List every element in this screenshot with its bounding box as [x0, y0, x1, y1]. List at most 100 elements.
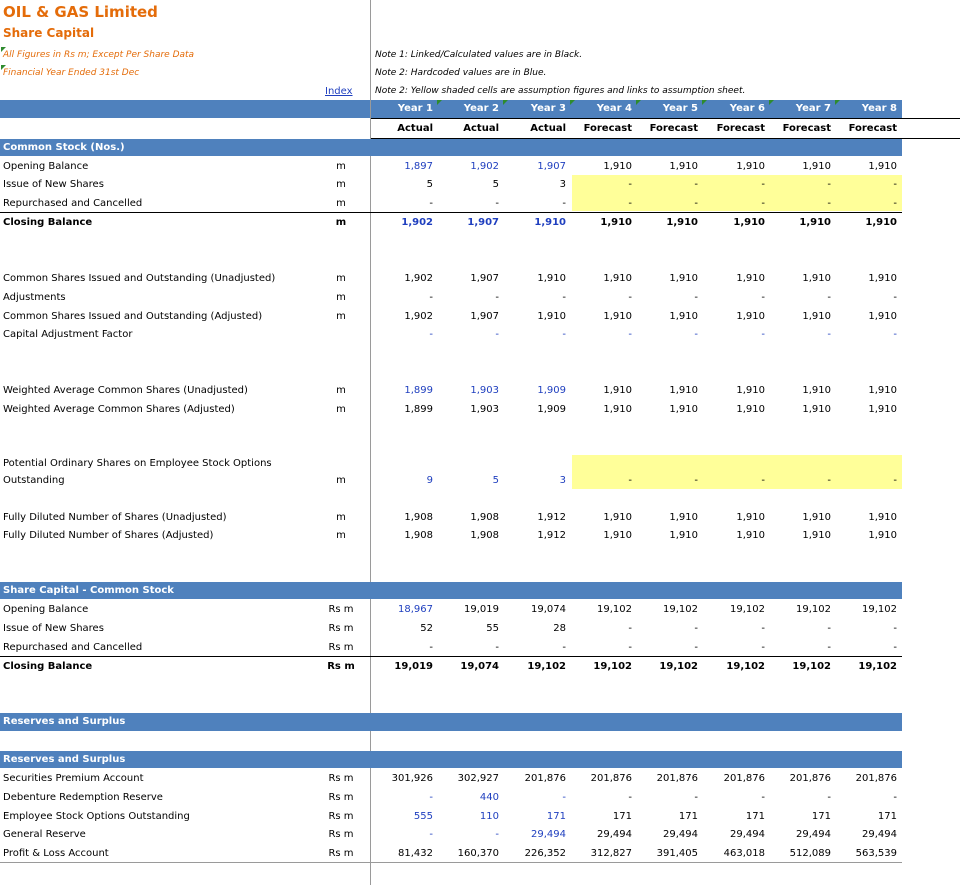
value-cell[interactable]: -: [371, 292, 433, 303]
value-cell[interactable]: 171: [504, 811, 566, 822]
value-cell[interactable]: -: [703, 623, 765, 634]
value-cell[interactable]: 1,910: [570, 311, 632, 322]
value-cell[interactable]: 1,902: [371, 273, 433, 284]
value-cell[interactable]: 1,910: [570, 161, 632, 172]
value-cell[interactable]: 19,102: [835, 604, 897, 615]
value-cell[interactable]: 1,910: [703, 404, 765, 415]
value-cell[interactable]: 1,910: [769, 512, 831, 523]
value-cell[interactable]: -: [636, 623, 698, 634]
value-cell[interactable]: 201,876: [835, 773, 897, 784]
value-cell[interactable]: 1,910: [769, 217, 831, 228]
value-cell[interactable]: -: [769, 198, 831, 209]
value-cell[interactable]: -: [437, 829, 499, 840]
value-cell[interactable]: 29,494: [769, 829, 831, 840]
value-cell[interactable]: -: [570, 198, 632, 209]
value-cell[interactable]: 1,910: [570, 385, 632, 396]
value-cell[interactable]: -: [570, 329, 632, 340]
value-cell[interactable]: 201,876: [769, 773, 831, 784]
value-cell[interactable]: -: [371, 792, 433, 803]
value-cell[interactable]: 19,074: [437, 661, 499, 672]
value-cell[interactable]: 1,910: [703, 530, 765, 541]
value-cell[interactable]: 1,910: [835, 311, 897, 322]
value-cell[interactable]: 302,927: [437, 773, 499, 784]
value-cell[interactable]: 563,539: [835, 848, 897, 859]
value-cell[interactable]: 1,910: [835, 385, 897, 396]
value-cell[interactable]: 1,908: [437, 530, 499, 541]
value-cell[interactable]: 1,910: [504, 217, 566, 228]
value-cell[interactable]: 1,910: [769, 404, 831, 415]
value-cell[interactable]: 1,912: [504, 512, 566, 523]
value-cell[interactable]: 29,494: [636, 829, 698, 840]
value-cell[interactable]: -: [769, 329, 831, 340]
value-cell[interactable]: -: [636, 475, 698, 486]
value-cell[interactable]: 1,902: [371, 311, 433, 322]
value-cell[interactable]: 1,908: [371, 530, 433, 541]
value-cell[interactable]: -: [835, 179, 897, 190]
value-cell[interactable]: -: [835, 623, 897, 634]
value-cell[interactable]: 55: [437, 623, 499, 634]
value-cell[interactable]: 1,907: [437, 217, 499, 228]
value-cell[interactable]: 3: [504, 475, 566, 486]
value-cell[interactable]: 1,897: [371, 161, 433, 172]
value-cell[interactable]: -: [703, 642, 765, 653]
value-cell[interactable]: 1,910: [769, 530, 831, 541]
value-cell[interactable]: 19,102: [504, 661, 566, 672]
value-cell[interactable]: 1,910: [835, 404, 897, 415]
value-cell[interactable]: -: [504, 642, 566, 653]
value-cell[interactable]: -: [636, 329, 698, 340]
value-cell[interactable]: -: [769, 623, 831, 634]
value-cell[interactable]: 19,102: [636, 604, 698, 615]
value-cell[interactable]: -: [703, 292, 765, 303]
value-cell[interactable]: 1,910: [703, 512, 765, 523]
value-cell[interactable]: -: [703, 475, 765, 486]
value-cell[interactable]: -: [570, 292, 632, 303]
value-cell[interactable]: 19,102: [570, 661, 632, 672]
value-cell[interactable]: 201,876: [570, 773, 632, 784]
value-cell[interactable]: 1,910: [636, 530, 698, 541]
value-cell[interactable]: 171: [769, 811, 831, 822]
value-cell[interactable]: 1,910: [636, 512, 698, 523]
value-cell[interactable]: 171: [835, 811, 897, 822]
value-cell[interactable]: 1,910: [703, 385, 765, 396]
value-cell[interactable]: 1,909: [504, 385, 566, 396]
value-cell[interactable]: 1,912: [504, 530, 566, 541]
value-cell[interactable]: -: [703, 179, 765, 190]
value-cell[interactable]: 110: [437, 811, 499, 822]
value-cell[interactable]: 1,910: [769, 161, 831, 172]
value-cell[interactable]: 1,910: [504, 273, 566, 284]
value-cell[interactable]: 1,910: [570, 512, 632, 523]
value-cell[interactable]: -: [636, 642, 698, 653]
index-link[interactable]: Index: [325, 86, 353, 97]
value-cell[interactable]: 1,910: [636, 385, 698, 396]
value-cell[interactable]: 19,102: [570, 604, 632, 615]
value-cell[interactable]: -: [504, 198, 566, 209]
value-cell[interactable]: -: [437, 292, 499, 303]
value-cell[interactable]: 1,910: [636, 404, 698, 415]
value-cell[interactable]: 1,910: [636, 311, 698, 322]
value-cell[interactable]: 1,909: [504, 404, 566, 415]
value-cell[interactable]: -: [835, 198, 897, 209]
value-cell[interactable]: 1,910: [504, 311, 566, 322]
value-cell[interactable]: 1,910: [835, 530, 897, 541]
value-cell[interactable]: 52: [371, 623, 433, 634]
value-cell[interactable]: -: [769, 179, 831, 190]
value-cell[interactable]: 1,910: [703, 311, 765, 322]
value-cell[interactable]: -: [703, 329, 765, 340]
value-cell[interactable]: -: [504, 792, 566, 803]
value-cell[interactable]: 1,910: [636, 217, 698, 228]
value-cell[interactable]: 201,876: [636, 773, 698, 784]
value-cell[interactable]: 3: [504, 179, 566, 190]
value-cell[interactable]: 19,102: [703, 661, 765, 672]
value-cell[interactable]: 1,910: [835, 273, 897, 284]
value-cell[interactable]: 226,352: [504, 848, 566, 859]
value-cell[interactable]: 171: [570, 811, 632, 822]
value-cell[interactable]: -: [636, 292, 698, 303]
value-cell[interactable]: 1,907: [504, 161, 566, 172]
value-cell[interactable]: 201,876: [703, 773, 765, 784]
value-cell[interactable]: 171: [703, 811, 765, 822]
value-cell[interactable]: 391,405: [636, 848, 698, 859]
value-cell[interactable]: 5: [437, 475, 499, 486]
value-cell[interactable]: 160,370: [437, 848, 499, 859]
value-cell[interactable]: -: [835, 475, 897, 486]
value-cell[interactable]: 555: [371, 811, 433, 822]
